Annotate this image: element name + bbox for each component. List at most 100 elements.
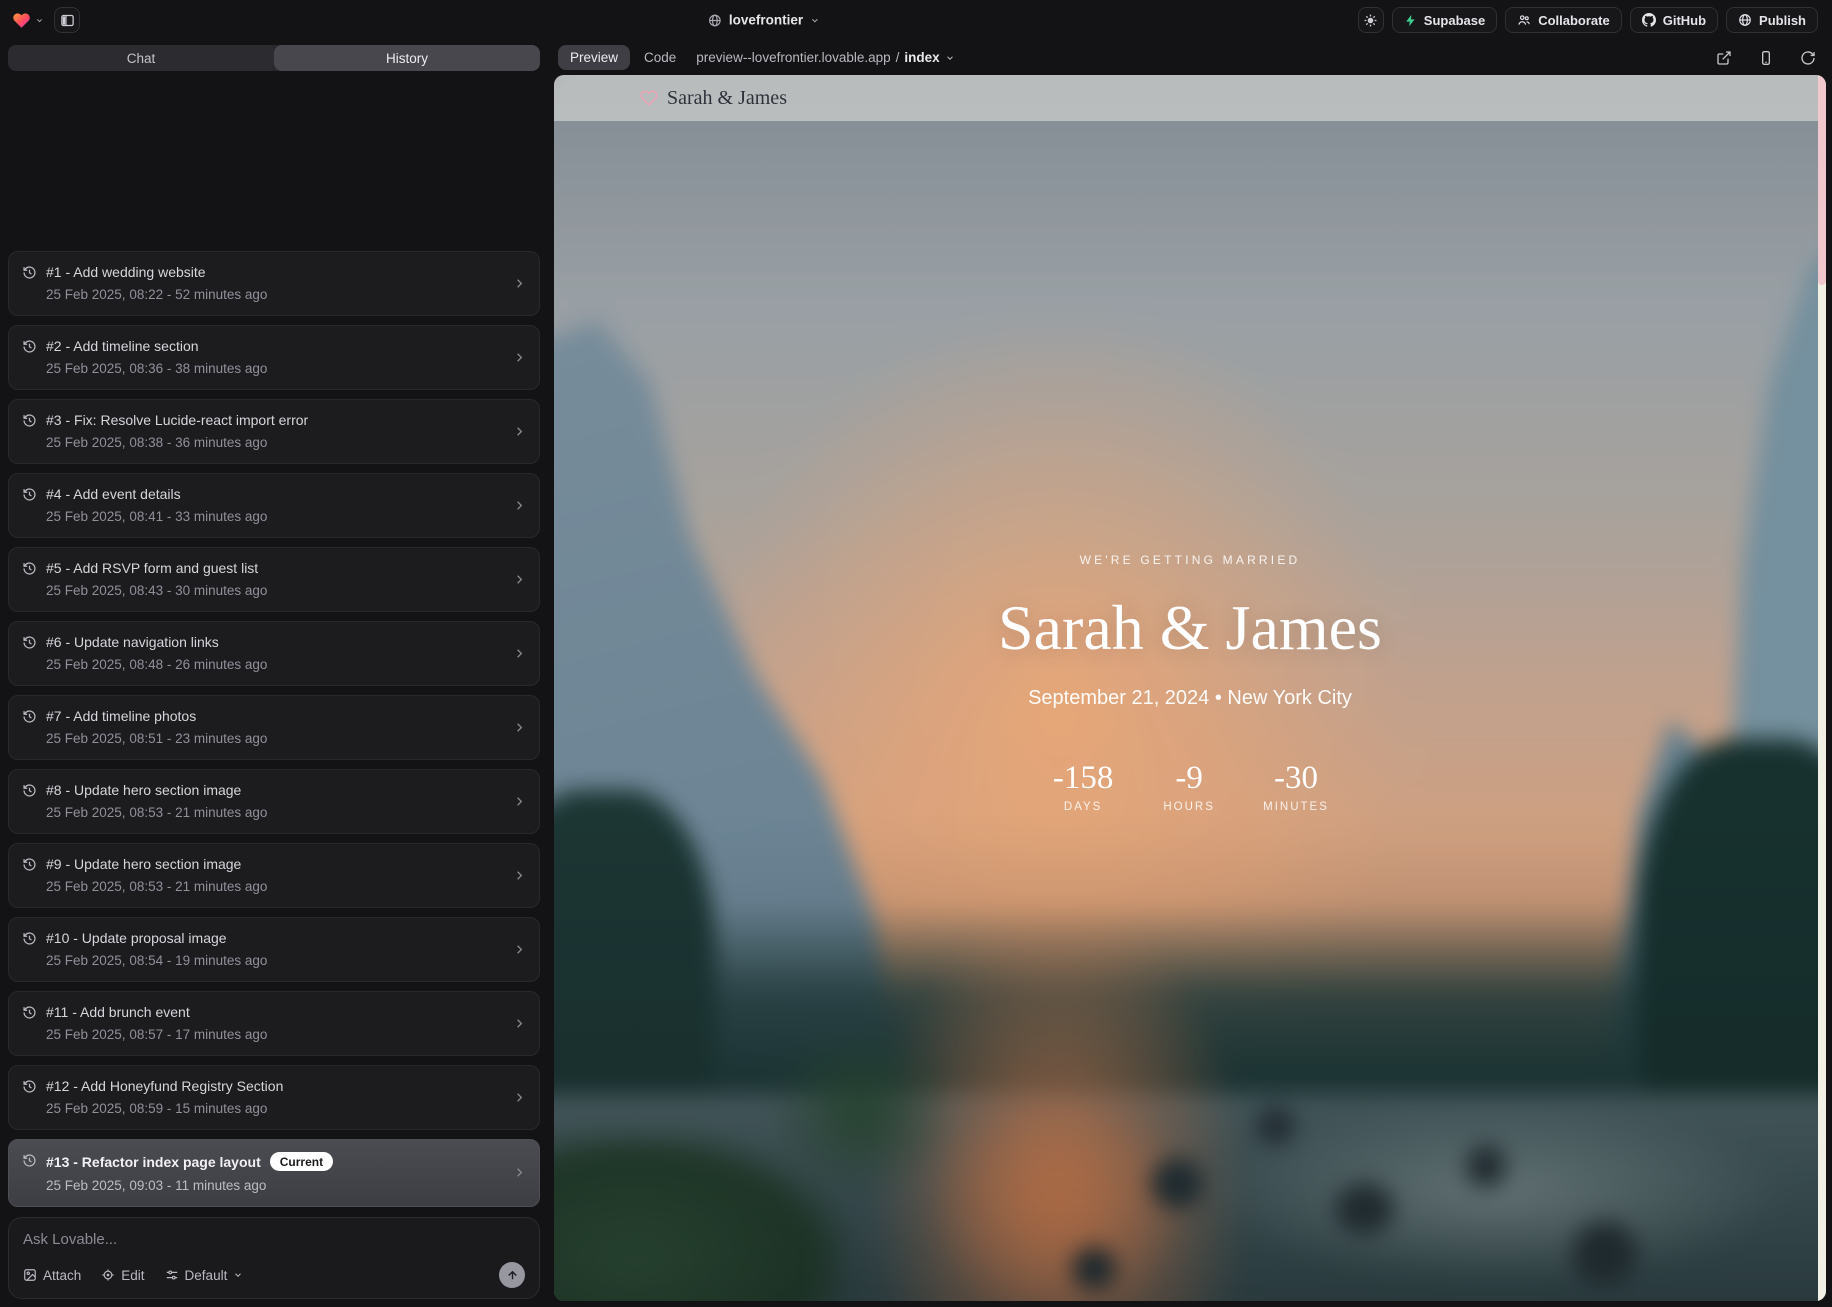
- site-scrollbar-thumb[interactable]: [1818, 75, 1826, 285]
- history-item-title: #3 - Fix: Resolve Lucide-react import er…: [46, 412, 308, 428]
- countdown-value: -158: [1051, 760, 1115, 797]
- tab-history[interactable]: History: [274, 45, 540, 71]
- history-item[interactable]: #9 - Update hero section image 25 Feb 20…: [8, 843, 540, 908]
- chevron-down-icon: [945, 53, 955, 63]
- history-item-meta: 25 Feb 2025, 08:22 - 52 minutes ago: [46, 287, 512, 302]
- preview-url-page: index: [904, 50, 939, 65]
- supabase-button[interactable]: Supabase: [1392, 7, 1497, 33]
- sidebar: Chat History #1 - Add wedding website: [0, 40, 548, 1307]
- countdown: -158 DAYS -9 HOURS -30 MINUTES: [1051, 760, 1329, 813]
- chevron-down-icon: [35, 16, 44, 25]
- history-item[interactable]: #10 - Update proposal image 25 Feb 2025,…: [8, 917, 540, 982]
- topbar-actions: Supabase Collaborate GitHub: [1358, 7, 1832, 33]
- history-item[interactable]: #5 - Add RSVP form and guest list 25 Feb…: [8, 547, 540, 612]
- project-selector[interactable]: lovefrontier: [708, 13, 820, 28]
- history-item-body: #7 - Add timeline photos 25 Feb 2025, 08…: [46, 708, 512, 746]
- history-item-title: #7 - Add timeline photos: [46, 708, 196, 724]
- mode-select[interactable]: Default: [165, 1268, 244, 1283]
- supabase-label: Supabase: [1424, 13, 1485, 28]
- history-item[interactable]: #4 - Add event details 25 Feb 2025, 08:4…: [8, 473, 540, 538]
- countdown-label: DAYS: [1051, 801, 1115, 813]
- history-item[interactable]: #12 - Add Honeyfund Registry Section 25 …: [8, 1065, 540, 1130]
- publish-label: Publish: [1759, 13, 1806, 28]
- history-item[interactable]: #3 - Fix: Resolve Lucide-react import er…: [8, 399, 540, 464]
- edit-button[interactable]: Edit: [101, 1268, 144, 1283]
- history-item-meta: 25 Feb 2025, 08:41 - 33 minutes ago: [46, 509, 512, 524]
- history-list: #1 - Add wedding website 25 Feb 2025, 08…: [8, 251, 540, 1217]
- history-item[interactable]: #2 - Add timeline section 25 Feb 2025, 0…: [8, 325, 540, 390]
- main-row: Chat History #1 - Add wedding website: [0, 40, 1832, 1307]
- history-item[interactable]: #11 - Add brunch event 25 Feb 2025, 08:5…: [8, 991, 540, 1056]
- preview-toolbar: Preview Code preview--lovefrontier.lovab…: [548, 40, 1832, 75]
- attach-button[interactable]: Attach: [23, 1268, 81, 1283]
- history-item[interactable]: #8 - Update hero section image 25 Feb 20…: [8, 769, 540, 834]
- lovable-logo-menu[interactable]: [12, 11, 44, 30]
- github-icon: [1642, 13, 1656, 27]
- composer-toolbar: Attach Edit: [23, 1262, 525, 1288]
- history-item[interactable]: #1 - Add wedding website 25 Feb 2025, 08…: [8, 251, 540, 316]
- history-item-body: #6 - Update navigation links 25 Feb 2025…: [46, 634, 512, 672]
- send-button[interactable]: [499, 1262, 525, 1288]
- history-icon: [22, 783, 37, 798]
- globe-icon: [708, 13, 722, 27]
- collaborate-button[interactable]: Collaborate: [1505, 7, 1622, 33]
- globe-icon: [1738, 13, 1752, 27]
- history-icon: [22, 561, 37, 576]
- chevron-right-icon: [512, 646, 527, 661]
- settings-button[interactable]: [1358, 7, 1384, 33]
- preview-toolbar-icons: [1716, 50, 1816, 66]
- history-item-body: #1 - Add wedding website 25 Feb 2025, 08…: [46, 264, 512, 302]
- hero-eyebrow: WE'RE GETTING MARRIED: [1080, 553, 1301, 567]
- history-item-meta: 25 Feb 2025, 08:54 - 19 minutes ago: [46, 953, 512, 968]
- history-icon: [22, 931, 37, 946]
- countdown-label: HOURS: [1157, 801, 1221, 813]
- chevron-right-icon: [512, 350, 527, 365]
- countdown-item: -158 DAYS: [1051, 760, 1115, 813]
- history-item-title: #8 - Update hero section image: [46, 782, 241, 798]
- chat-history-tabs: Chat History: [8, 45, 540, 71]
- tab-chat[interactable]: Chat: [8, 45, 274, 71]
- chevron-right-icon: [512, 794, 527, 809]
- countdown-label: MINUTES: [1263, 801, 1329, 813]
- history-item[interactable]: #7 - Add timeline photos 25 Feb 2025, 08…: [8, 695, 540, 760]
- chevron-down-icon: [810, 15, 820, 25]
- github-button[interactable]: GitHub: [1630, 7, 1718, 33]
- site-scrollbar[interactable]: [1818, 75, 1826, 1301]
- history-item-meta: 25 Feb 2025, 08:51 - 23 minutes ago: [46, 731, 512, 746]
- history-item[interactable]: #13 - Refactor index page layout Current…: [8, 1139, 540, 1207]
- history-icon: [22, 1153, 37, 1168]
- history-item-body: #8 - Update hero section image 25 Feb 20…: [46, 782, 512, 820]
- preview-url-separator: /: [896, 50, 900, 65]
- toggle-sidebar-button[interactable]: [54, 7, 80, 33]
- history-item[interactable]: #6 - Update navigation links 25 Feb 2025…: [8, 621, 540, 686]
- history-icon: [22, 709, 37, 724]
- lovable-app: lovefrontier Supabase: [0, 0, 1832, 1307]
- history-icon: [22, 857, 37, 872]
- history-item-title: #5 - Add RSVP form and guest list: [46, 560, 258, 576]
- publish-button[interactable]: Publish: [1726, 7, 1818, 33]
- history-icon: [22, 413, 37, 428]
- tab-preview[interactable]: Preview: [558, 45, 630, 70]
- history-item-meta: 25 Feb 2025, 08:57 - 17 minutes ago: [46, 1027, 512, 1042]
- history-item-body: #4 - Add event details 25 Feb 2025, 08:4…: [46, 486, 512, 524]
- top-bar: lovefrontier Supabase: [0, 0, 1832, 40]
- tab-code[interactable]: Code: [644, 50, 676, 65]
- ask-lovable-input[interactable]: [23, 1231, 525, 1248]
- chevron-right-icon: [512, 424, 527, 439]
- refresh-icon[interactable]: [1800, 50, 1816, 66]
- chevron-right-icon: [512, 1016, 527, 1031]
- countdown-item: -30 MINUTES: [1263, 760, 1329, 813]
- chevron-right-icon: [512, 868, 527, 883]
- open-external-icon[interactable]: [1716, 50, 1732, 66]
- history-icon: [22, 1079, 37, 1094]
- history-item-meta: 25 Feb 2025, 09:03 - 11 minutes ago: [46, 1178, 512, 1193]
- history-icon: [22, 339, 37, 354]
- history-item-body: #12 - Add Honeyfund Registry Section 25 …: [46, 1078, 512, 1116]
- preview-url[interactable]: preview--lovefrontier.lovable.app / inde…: [696, 50, 954, 65]
- smartphone-icon[interactable]: [1758, 50, 1774, 66]
- hero-title: Sarah & James: [998, 591, 1382, 665]
- history-item-body: #10 - Update proposal image 25 Feb 2025,…: [46, 930, 512, 968]
- history-item-title: #2 - Add timeline section: [46, 338, 199, 354]
- chevron-right-icon: [512, 276, 527, 291]
- history-item-title: #12 - Add Honeyfund Registry Section: [46, 1078, 283, 1094]
